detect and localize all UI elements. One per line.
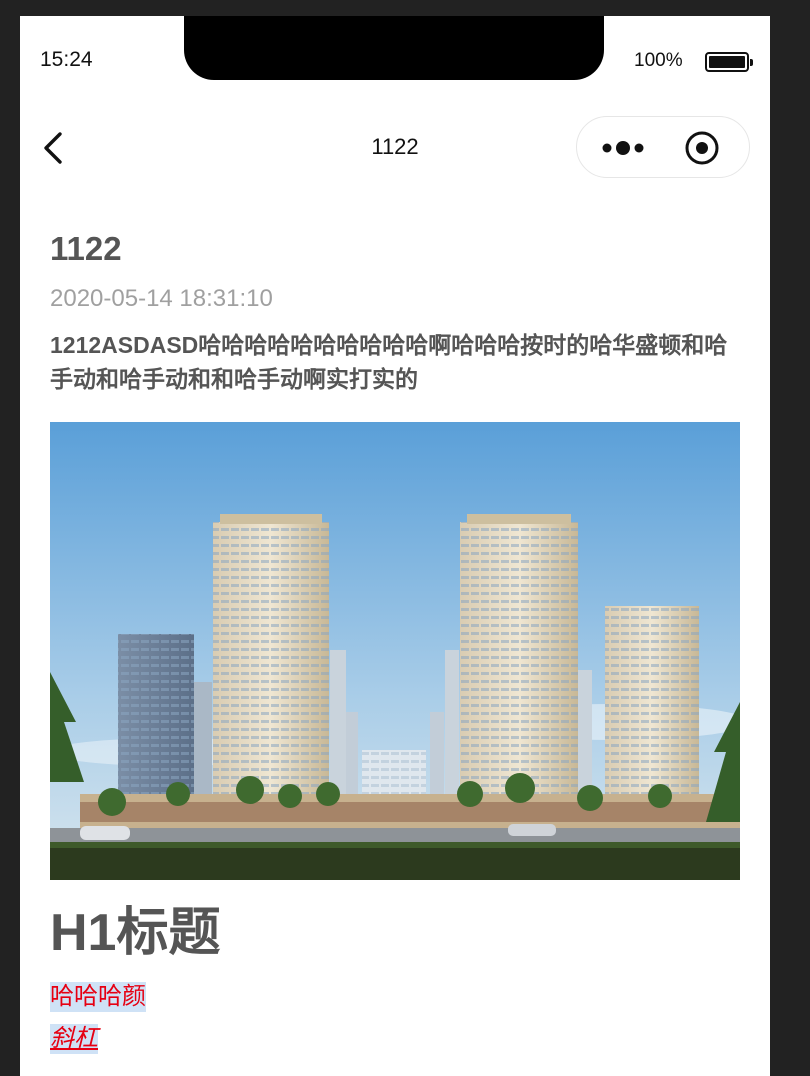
menu-capsule bbox=[576, 116, 750, 178]
navigation-bar: 1122 bbox=[20, 112, 770, 182]
phone-screen: 15:24 100% 1122 1122 2020-05-14 18:31:10… bbox=[20, 16, 770, 1076]
article-summary: 1212ASDASD哈哈哈哈哈哈哈哈哈哈啊哈哈哈按时的哈华盛顿和哈手动和哈手动和… bbox=[50, 332, 728, 392]
more-dots-icon bbox=[602, 141, 644, 155]
article-image bbox=[50, 422, 740, 880]
article-title: 1122 bbox=[50, 230, 122, 267]
italic-underline-text[interactable]: 斜杠 bbox=[50, 1024, 98, 1054]
more-button[interactable] bbox=[595, 133, 651, 163]
building-rendering-image bbox=[50, 422, 740, 880]
article-header: 1122 2020-05-14 18:31:10 1212ASDASD哈哈哈哈哈… bbox=[50, 226, 740, 396]
battery-icon bbox=[705, 52, 753, 72]
red-highlight-text: 哈哈哈颜 bbox=[50, 982, 146, 1012]
camera-notch bbox=[184, 16, 604, 80]
article-date: 2020-05-14 18:31:10 bbox=[50, 285, 273, 312]
content-heading: H1标题 bbox=[50, 904, 221, 962]
close-miniprogram-button[interactable] bbox=[683, 129, 721, 167]
battery-percent: 100% bbox=[634, 50, 683, 71]
target-circle-icon bbox=[685, 131, 719, 165]
status-time: 15:24 bbox=[40, 48, 93, 71]
